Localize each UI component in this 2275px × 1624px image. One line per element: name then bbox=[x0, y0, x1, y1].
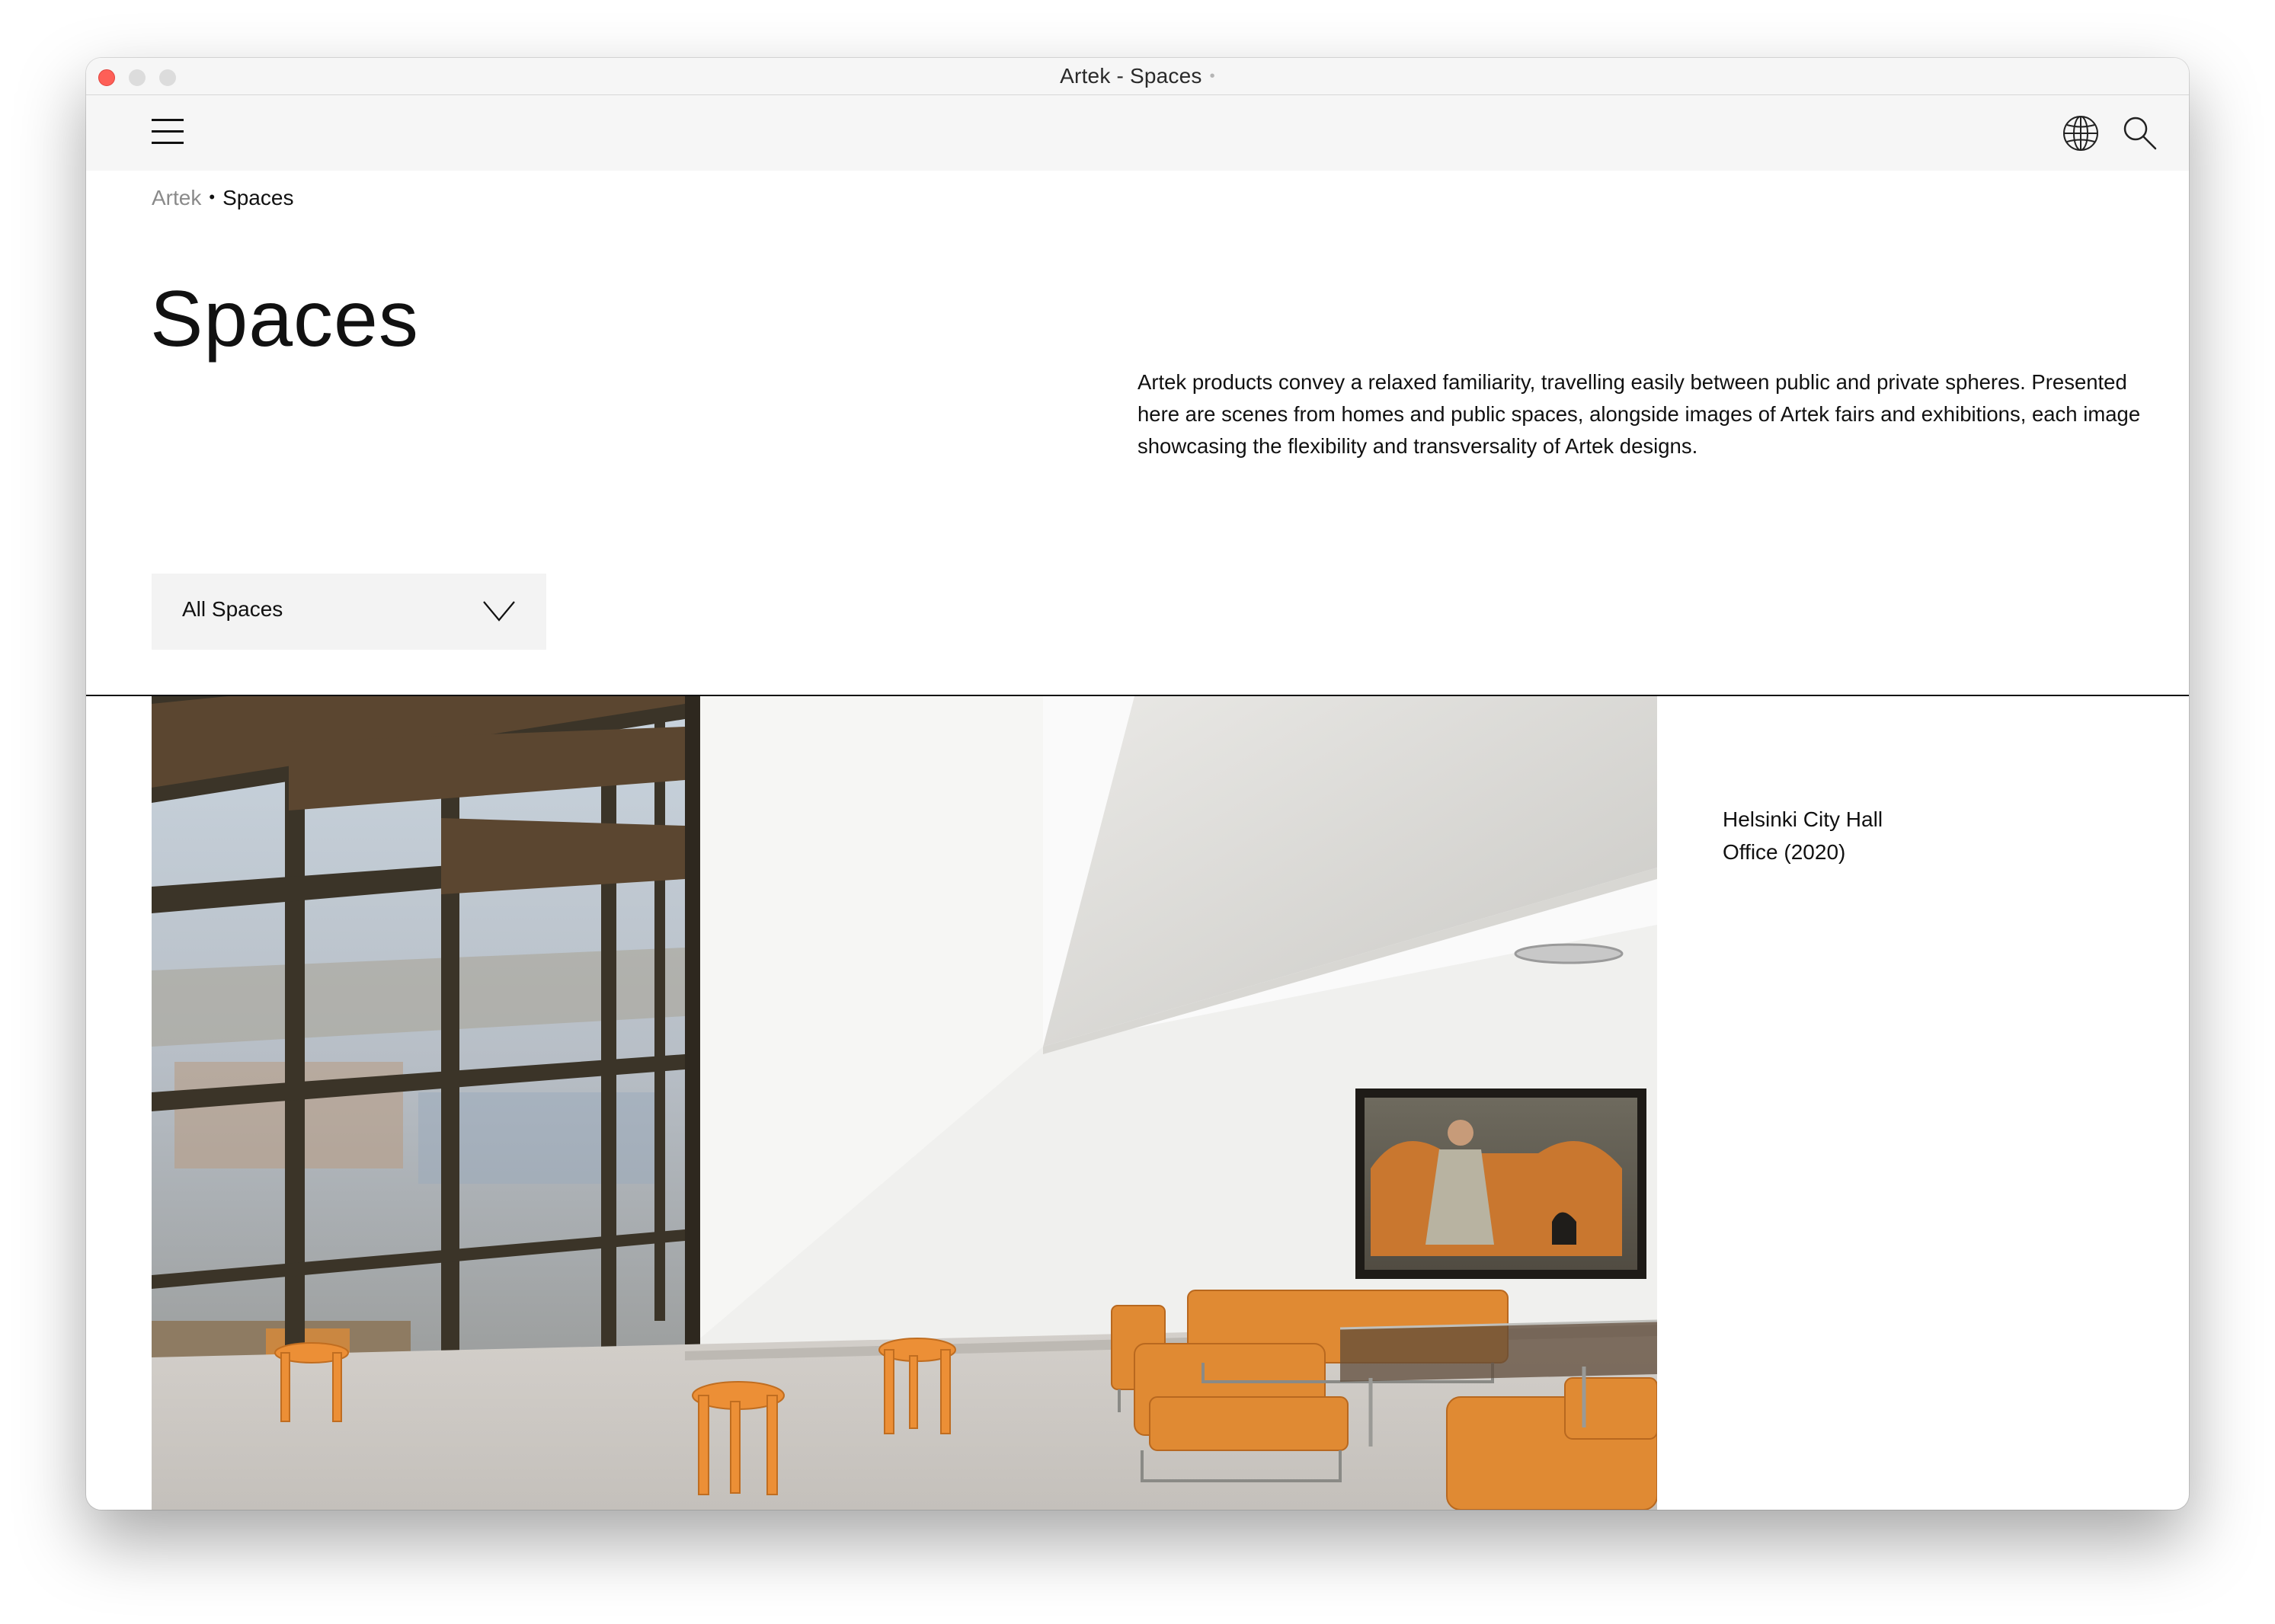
hamburger-menu-icon[interactable] bbox=[152, 119, 184, 145]
globe-icon[interactable] bbox=[2061, 113, 2101, 153]
breadcrumb-artek-link[interactable]: Artek bbox=[152, 186, 201, 209]
breadcrumb-current: Spaces bbox=[222, 186, 294, 209]
feature-caption[interactable]: Helsinki City Hall Office (2020) bbox=[1723, 803, 1883, 868]
intro-paragraph: Artek products convey a relaxed familiar… bbox=[1138, 370, 2141, 458]
breadcrumb: Artek • Spaces bbox=[152, 186, 293, 210]
window-title: Artek - Spaces • bbox=[86, 64, 2189, 88]
featured-space-photo[interactable] bbox=[152, 696, 1657, 1510]
caption-subtitle: Office (2020) bbox=[1723, 840, 1846, 864]
site-header bbox=[86, 95, 2189, 171]
search-icon[interactable] bbox=[2120, 113, 2160, 153]
browser-window: Artek - Spaces • Artek • Spaces Spaces A… bbox=[86, 58, 2189, 1510]
page-title: Spaces bbox=[150, 275, 419, 363]
spaces-filter-dropdown[interactable]: All Spaces bbox=[152, 574, 546, 650]
window-title-text: Artek - Spaces bbox=[1060, 64, 1202, 88]
title-bar: Artek - Spaces • bbox=[86, 58, 2189, 95]
caption-title: Helsinki City Hall bbox=[1723, 807, 1883, 831]
interior-photo-illustration bbox=[152, 696, 1657, 1510]
chevron-down-icon bbox=[483, 601, 515, 622]
filter-selected-value: All Spaces bbox=[182, 597, 283, 621]
breadcrumb-separator: • bbox=[209, 187, 216, 206]
window-title-dot: • bbox=[1209, 68, 1215, 85]
